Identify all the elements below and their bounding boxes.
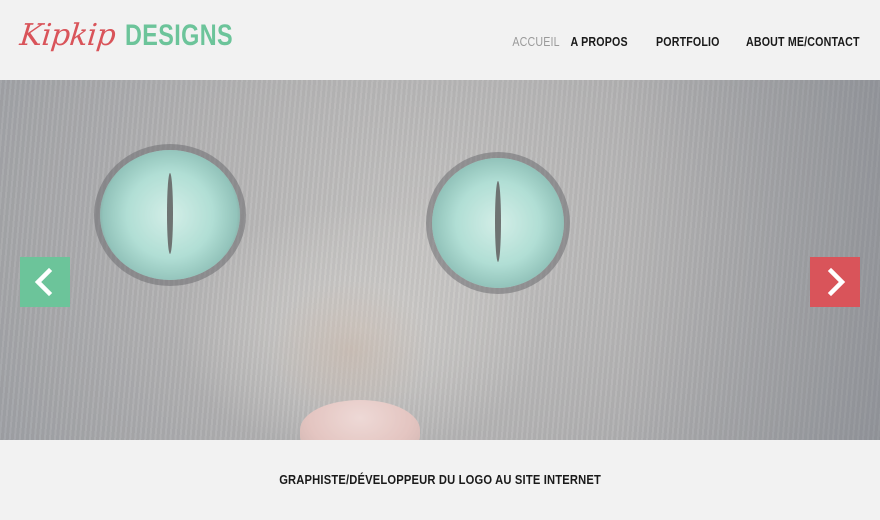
logo-word-text: DESIGNS [125, 19, 234, 52]
hero-light-overlay [0, 80, 880, 440]
site-header: Kipkip DESIGNS ACCUEIL A PROPOS PORTFOLI… [0, 0, 880, 80]
logo-script-text: Kipkip [18, 18, 118, 53]
site-tagline: GRAPHISTE/DÉVELOPPEUR DU LOGO AU SITE IN… [0, 472, 880, 487]
hero-slider [0, 80, 880, 440]
slider-prev-button[interactable] [20, 257, 70, 307]
site-logo[interactable]: Kipkip DESIGNS [18, 18, 264, 62]
nav-item-about-contact[interactable]: ABOUT ME/CONTACT [746, 34, 860, 49]
site-tagline-text: GRAPHISTE/DÉVELOPPEUR DU LOGO AU SITE IN… [279, 472, 601, 487]
nav-item-portfolio[interactable]: PORTFOLIO [656, 34, 720, 49]
nav-slot-accueil: ACCUEIL [502, 33, 559, 51]
nav-item-accueil[interactable]: ACCUEIL [512, 34, 559, 49]
nav-slot-contact: ABOUT ME/CONTACT [720, 33, 860, 51]
chevron-left-icon [34, 267, 53, 297]
slider-next-button[interactable] [810, 257, 860, 307]
main-nav: ACCUEIL A PROPOS PORTFOLIO ABOUT ME/CONT… [502, 33, 860, 51]
nav-item-a-propos[interactable]: A PROPOS [571, 34, 628, 49]
chevron-right-icon [827, 267, 846, 297]
nav-slot-portfolio: PORTFOLIO [628, 33, 720, 51]
